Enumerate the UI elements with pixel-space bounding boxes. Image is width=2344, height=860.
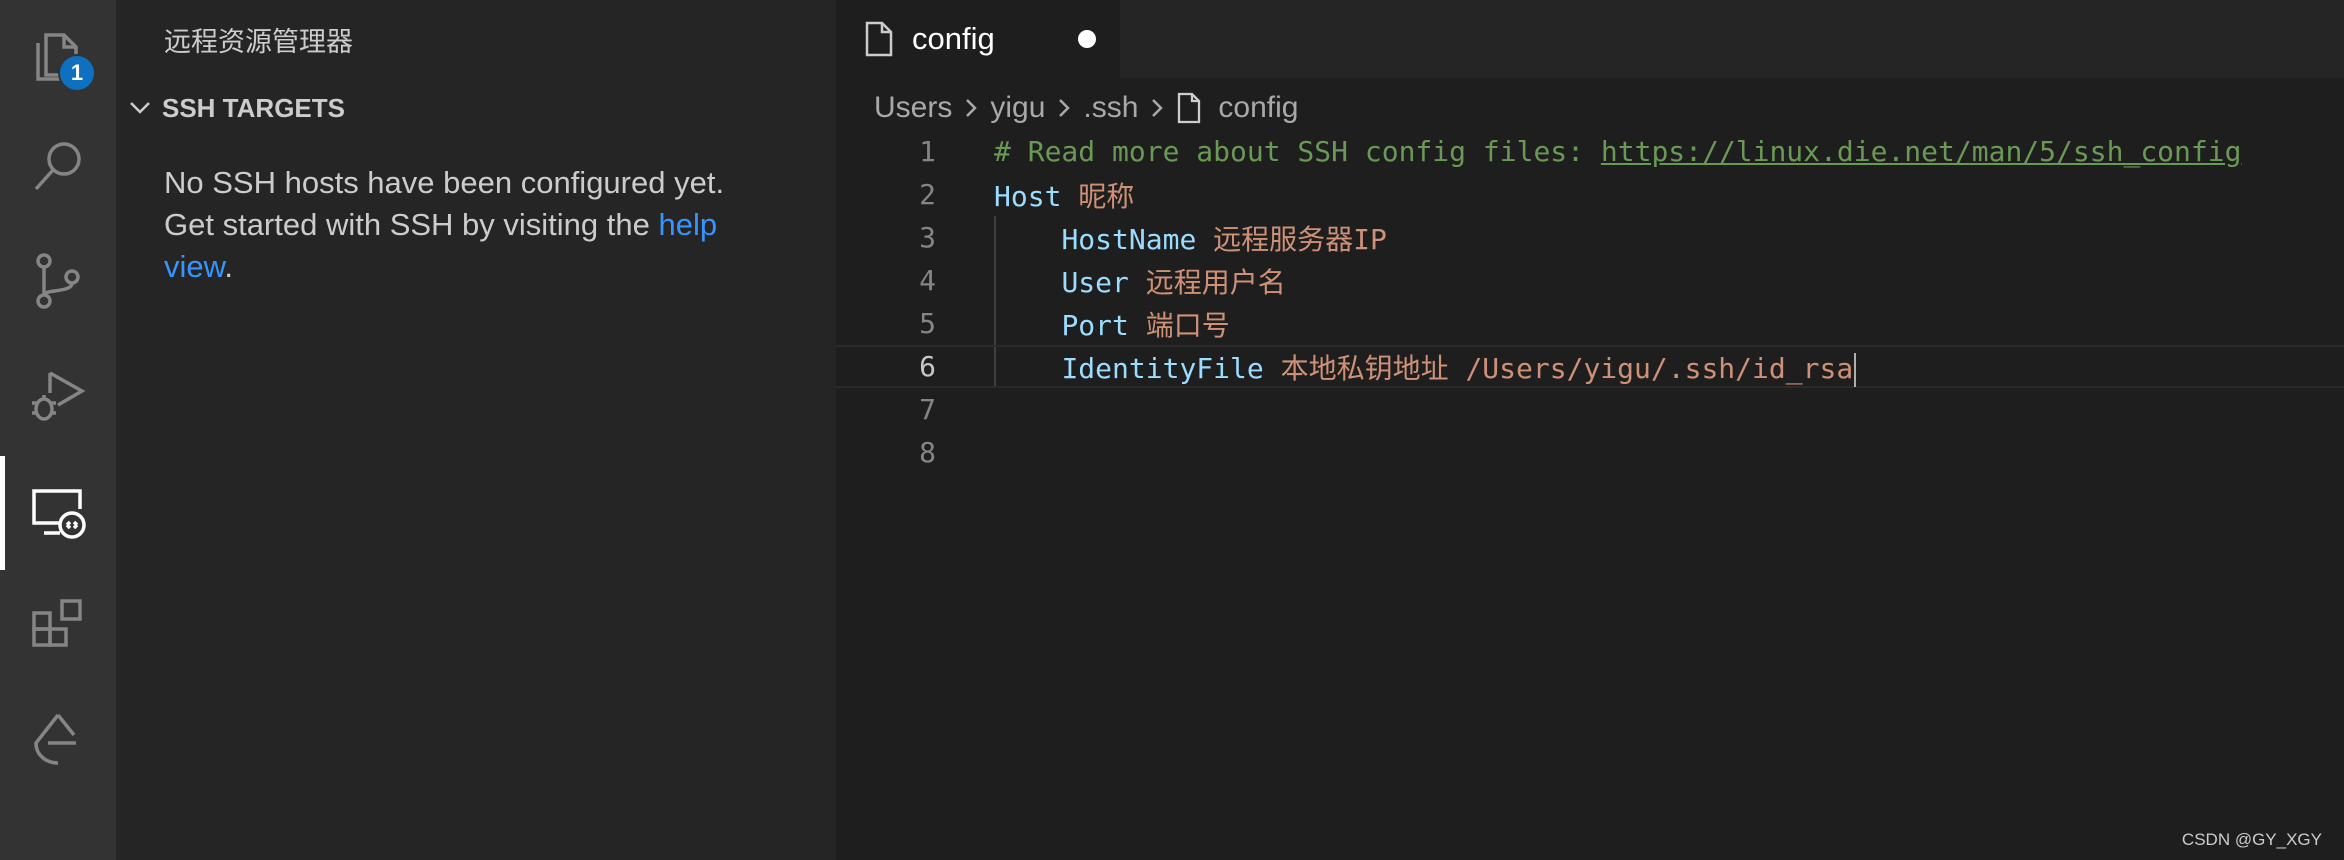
explorer-badge: 1 bbox=[58, 54, 96, 92]
line-number: 4 bbox=[919, 264, 936, 297]
search-button[interactable] bbox=[0, 112, 116, 222]
config-key: Host bbox=[994, 179, 1062, 213]
comment-text: # Read more about SSH config files: bbox=[994, 135, 1601, 168]
config-key: User bbox=[1061, 265, 1129, 299]
line-content: # Read more about SSH config files: http… bbox=[994, 135, 2241, 168]
chevron-down-icon bbox=[130, 102, 150, 114]
remote-explorer-button[interactable] bbox=[0, 456, 116, 566]
code-line[interactable]: 5 Port 端口号 bbox=[836, 302, 2344, 345]
breadcrumb-item[interactable]: .ssh bbox=[1083, 91, 1138, 125]
activity-bar: 1 bbox=[0, 0, 116, 860]
config-key: IdentityFile bbox=[1061, 351, 1264, 385]
source-control-icon bbox=[36, 253, 80, 309]
code-line[interactable]: 8 bbox=[836, 431, 2344, 474]
chevron-right-icon bbox=[1055, 95, 1073, 121]
code-line-current[interactable]: 6 IdentityFile 本地私钥地址 /Users/yigu/.ssh/i… bbox=[836, 345, 2344, 388]
remote-explorer-sidebar: 远程资源管理器 SSH TARGETS No SSH hosts have be… bbox=[116, 0, 836, 860]
welcome-text: No SSH hosts have been configured yet. G… bbox=[164, 165, 725, 242]
code-line[interactable]: 4 User 远程用户名 bbox=[836, 259, 2344, 302]
line-number: 6 bbox=[919, 350, 936, 383]
extensions-icon bbox=[32, 599, 82, 647]
line-number: 8 bbox=[919, 436, 936, 469]
breadcrumb-item[interactable]: yigu bbox=[990, 91, 1045, 125]
tab-label: config bbox=[912, 21, 995, 56]
gitlens-button[interactable] bbox=[0, 684, 116, 794]
config-key: Port bbox=[1061, 308, 1129, 342]
tab-bar: config bbox=[836, 0, 2344, 78]
config-value: 昵称 bbox=[1061, 179, 1135, 213]
tab-config[interactable]: config bbox=[836, 0, 1120, 78]
editor-area: config Users yigu .ssh config 1 # Read m… bbox=[836, 0, 2344, 860]
file-icon bbox=[865, 21, 893, 57]
breadcrumb: Users yigu .ssh config bbox=[874, 86, 1298, 130]
code-line[interactable]: 1 # Read more about SSH config files: ht… bbox=[836, 130, 2344, 173]
breadcrumb-item[interactable]: Users bbox=[874, 91, 952, 125]
config-key: HostName bbox=[1061, 222, 1197, 256]
unsaved-indicator[interactable] bbox=[1078, 30, 1096, 48]
line-content: HostName 远程服务器IP bbox=[994, 218, 1387, 258]
file-icon bbox=[1178, 92, 1201, 124]
line-content: User 远程用户名 bbox=[994, 261, 1286, 301]
extensions-button[interactable] bbox=[0, 570, 116, 680]
ssh-targets-label: SSH TARGETS bbox=[162, 92, 345, 123]
text-cursor bbox=[1854, 352, 1857, 387]
comment-link[interactable]: https://linux.die.net/man/5/ssh_config bbox=[1601, 135, 2242, 168]
run-debug-icon bbox=[32, 371, 86, 421]
ssh-targets-section-header[interactable]: SSH TARGETS bbox=[126, 88, 345, 128]
config-value: 远程服务器IP bbox=[1196, 222, 1387, 256]
line-content: Port 端口号 bbox=[994, 304, 1230, 344]
line-number: 5 bbox=[919, 307, 936, 340]
line-content: Host 昵称 bbox=[994, 175, 1134, 215]
ssh-welcome-message: No SSH hosts have been configured yet. G… bbox=[164, 162, 764, 288]
code-line[interactable]: 7 bbox=[836, 388, 2344, 431]
line-number: 3 bbox=[919, 221, 936, 254]
remote-explorer-icon bbox=[32, 489, 86, 539]
line-content: IdentityFile 本地私钥地址 /Users/yigu/.ssh/id_… bbox=[994, 347, 1857, 387]
search-icon bbox=[34, 142, 81, 191]
line-number: 1 bbox=[919, 135, 936, 168]
run-debug-button[interactable] bbox=[0, 340, 116, 450]
gitlens-icon bbox=[34, 713, 76, 765]
source-control-button[interactable] bbox=[0, 226, 116, 336]
code-line[interactable]: 2 Host 昵称 bbox=[836, 173, 2344, 216]
breadcrumb-item[interactable]: config bbox=[1218, 91, 1298, 125]
welcome-text-end: . bbox=[224, 249, 233, 284]
config-value: 远程用户名 bbox=[1128, 265, 1286, 299]
explorer-button[interactable]: 1 bbox=[0, 0, 116, 110]
line-number: 7 bbox=[919, 393, 936, 426]
config-value: 端口号 bbox=[1128, 308, 1230, 342]
config-value: 本地私钥地址 /Users/yigu/.ssh/id_rsa bbox=[1263, 351, 1854, 385]
chevron-right-icon bbox=[962, 95, 980, 121]
chevron-right-icon bbox=[1148, 95, 1166, 121]
watermark: CSDN @GY_XGY bbox=[2181, 830, 2322, 849]
sidebar-title: 远程资源管理器 bbox=[164, 27, 353, 58]
line-number: 2 bbox=[919, 178, 936, 211]
code-line[interactable]: 3 HostName 远程服务器IP bbox=[836, 216, 2344, 259]
